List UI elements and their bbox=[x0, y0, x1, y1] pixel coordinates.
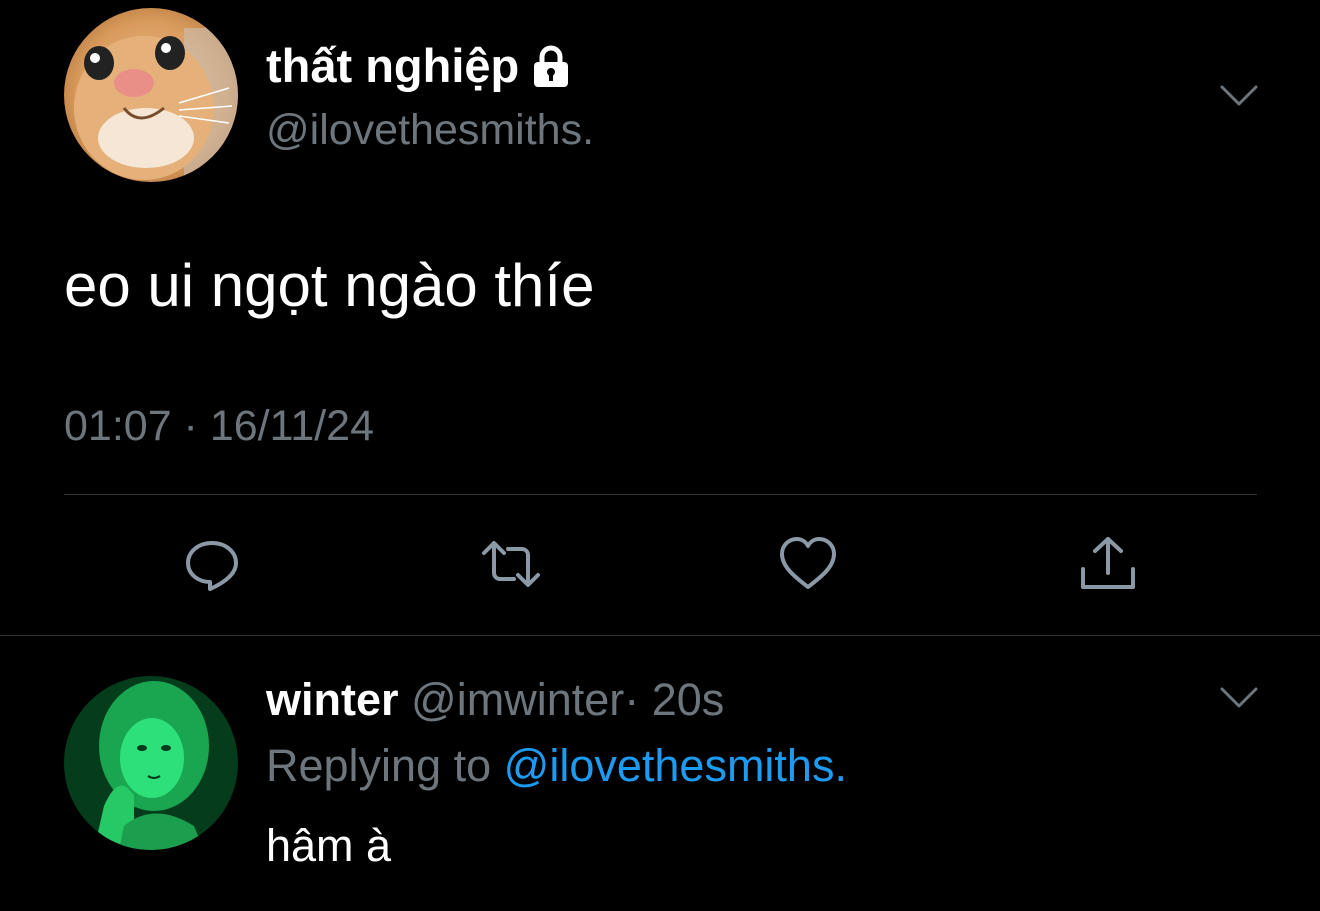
share-button[interactable] bbox=[1076, 532, 1140, 596]
green-portrait-avatar[interactable] bbox=[64, 676, 238, 850]
reply-text: hâm à bbox=[266, 820, 392, 871]
reply-handle[interactable]: @imwinter bbox=[411, 674, 624, 725]
lock-icon bbox=[534, 45, 569, 87]
like-button[interactable] bbox=[776, 532, 840, 596]
reply-display-name[interactable]: winter bbox=[266, 674, 399, 725]
chevron-down-icon[interactable] bbox=[1219, 686, 1259, 710]
tweet-text: eo ui ngọt ngào thíe bbox=[64, 252, 595, 319]
retweet-button[interactable] bbox=[479, 532, 543, 596]
replying-to-line: Replying to @ilovethesmiths. bbox=[266, 738, 847, 794]
reply-time: · 20s bbox=[624, 674, 725, 725]
tweet-separator bbox=[0, 635, 1320, 636]
replying-to-label: Replying to bbox=[266, 740, 492, 791]
chevron-down-icon[interactable] bbox=[1219, 84, 1259, 108]
display-name-text: thất nghiệp bbox=[266, 39, 520, 92]
divider bbox=[64, 494, 1257, 495]
cat-avatar[interactable] bbox=[64, 8, 238, 182]
reply-button[interactable] bbox=[180, 532, 244, 596]
display-name[interactable]: thất nghiệp bbox=[266, 38, 569, 94]
main-tweet: thất nghiệp @ilovethesmiths. eo ui ngọt … bbox=[0, 0, 1320, 636]
retweet-icon bbox=[482, 541, 540, 587]
heart-icon bbox=[780, 537, 836, 589]
handle[interactable]: @ilovethesmiths. bbox=[266, 104, 594, 156]
reply-header: winter @imwinter· 20s bbox=[266, 672, 724, 728]
replying-to-handle[interactable]: @ilovethesmiths. bbox=[504, 740, 847, 791]
tweet-timestamp[interactable]: 01:07 · 16/11/24 bbox=[64, 400, 374, 452]
share-icon bbox=[1081, 537, 1135, 589]
reply-icon bbox=[186, 541, 238, 591]
